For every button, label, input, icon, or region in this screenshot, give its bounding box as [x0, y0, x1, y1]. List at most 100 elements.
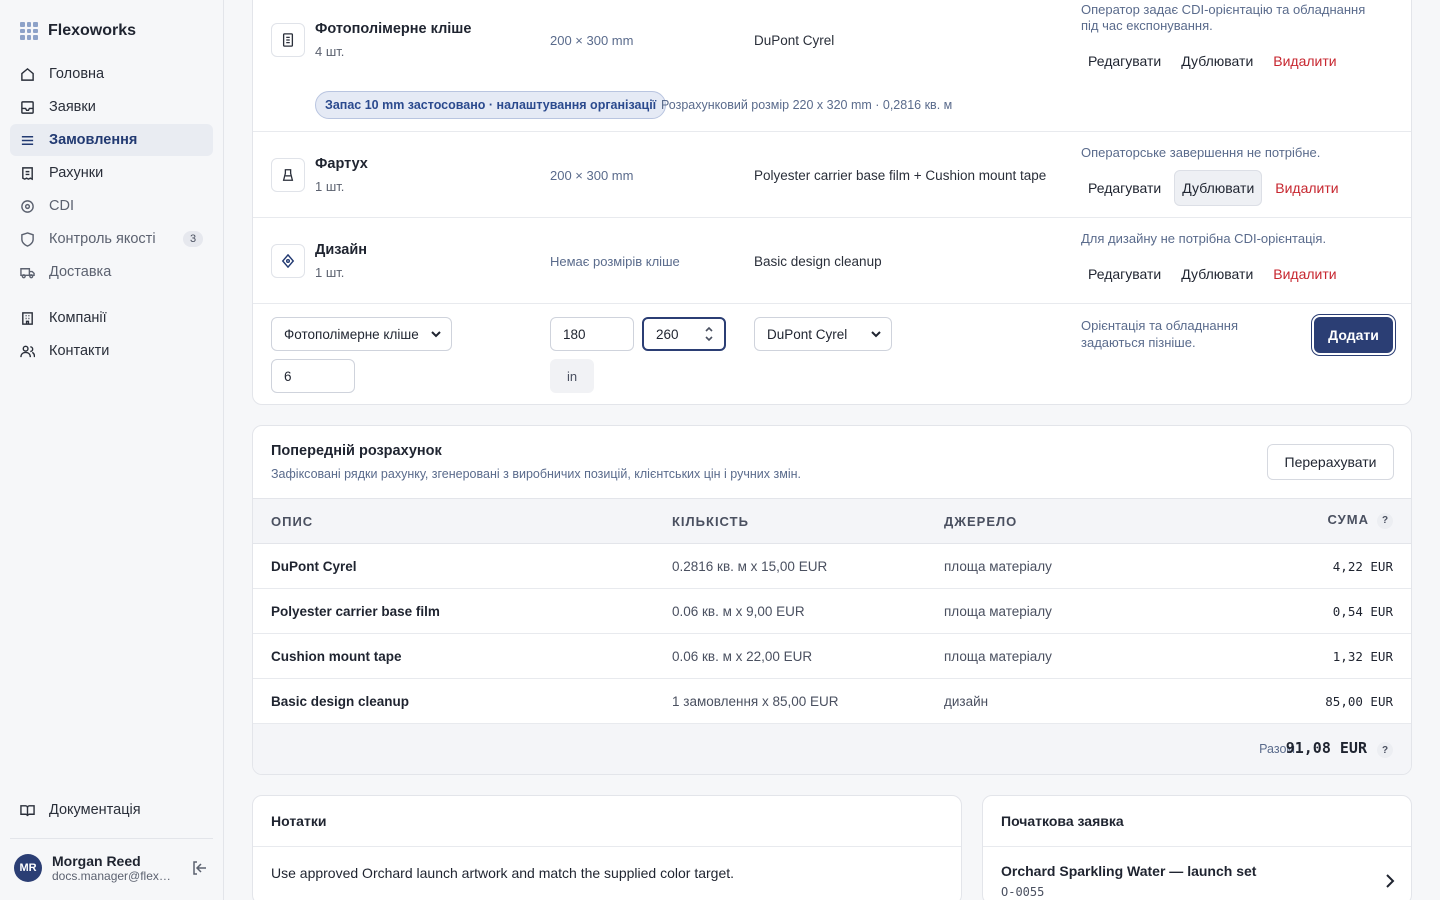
row-quantity: 1 замовлення x 85,00 EUR	[672, 694, 839, 709]
shield-icon	[21, 231, 34, 247]
nav-item-label: Головна	[49, 66, 105, 82]
item-size: Немає розмірів кліше	[550, 254, 680, 269]
orientation-note: Орієнтація та обладнання задаються пізні…	[1081, 318, 1239, 350]
table-row: Cushion mount tape 0.06 кв. м x 22,00 EU…	[253, 634, 1411, 679]
nav-item-cdi[interactable]: CDI	[10, 190, 213, 222]
user-info: Morgan Reed docs.manager@flexoworks.exam…	[52, 853, 176, 883]
sidebar-divider	[10, 838, 213, 839]
item-title: Фотополімерне кліше	[315, 21, 472, 37]
order-item-row: Фартух 1 шт. 200 × 300 mm Polyester carr…	[253, 132, 1411, 218]
logout-icon[interactable]	[191, 860, 207, 876]
notes-card: Нотатки Use approved Orchard launch artw…	[252, 795, 962, 900]
row-source: площа матеріалу	[944, 649, 1052, 664]
help-icon[interactable]: ?	[1377, 742, 1393, 758]
edit-button[interactable]: Редагувати	[1081, 170, 1168, 206]
nav-item-home[interactable]: Головна	[10, 58, 213, 90]
table-row: Basic design cleanup 1 замовлення x 85,0…	[253, 679, 1411, 724]
user-email: docs.manager@flexoworks.example	[52, 869, 176, 883]
nav-item-label: CDI	[49, 198, 74, 214]
duplicate-button[interactable]: Дублювати	[1174, 256, 1260, 292]
material-select[interactable]: DuPont Cyrel	[754, 317, 892, 351]
nav-item-orders[interactable]: Замовлення	[10, 124, 213, 156]
nav-item-requests[interactable]: Заявки	[10, 91, 213, 123]
height-input[interactable]: 260	[642, 317, 726, 351]
row-source: дизайн	[944, 694, 989, 709]
divider	[253, 846, 961, 847]
item-note: Для дизайну не потрібна CDI-орієнтація.	[1081, 231, 1327, 246]
calculated-size-note: Розрахунковий розмір 220 x 320 mm · 0,28…	[661, 98, 953, 112]
nav-item-companies[interactable]: Компанії	[10, 302, 213, 334]
item-actions: Редагувати Дублювати Видалити	[1081, 170, 1346, 206]
item-actions: Редагувати Дублювати Видалити	[1081, 256, 1344, 292]
main-nav: Головна Заявки Замовлення Рахунки CDI Ко…	[10, 58, 213, 289]
order-items-card: Фотополімерне кліше 4 шт. 200 × 300 mm D…	[252, 0, 1412, 405]
brand[interactable]: Flexoworks	[20, 22, 136, 40]
unit-toggle-button[interactable]: in	[550, 359, 594, 393]
row-description: Cushion mount tape	[271, 649, 402, 664]
book-icon	[20, 804, 35, 816]
column-header-sum-label: СУМА	[1327, 512, 1369, 527]
nav-item-delivery[interactable]: Доставка	[10, 256, 213, 288]
nav-item-docs[interactable]: Документація	[10, 794, 213, 826]
nav-item-invoices[interactable]: Рахунки	[10, 157, 213, 189]
row-sum: 4,22 EUR	[1332, 559, 1393, 574]
nav-item-label: Документація	[49, 802, 141, 818]
delete-button[interactable]: Видалити	[1266, 256, 1343, 292]
duplicate-button[interactable]: Дублювати	[1174, 170, 1263, 206]
width-input-value: 180	[563, 326, 586, 342]
avatar: MR	[14, 854, 42, 882]
width-input[interactable]: 180	[550, 317, 634, 351]
brand-name: Flexoworks	[48, 22, 137, 39]
nav-item-label: Рахунки	[49, 165, 104, 181]
spinner-icon[interactable]	[704, 325, 714, 343]
recalculate-button[interactable]: Перерахувати	[1267, 444, 1394, 480]
quantity-input-value: 6	[284, 368, 292, 384]
user-name: Morgan Reed	[52, 853, 141, 869]
item-material: Polyester carrier base film + Cushion mo…	[754, 168, 1047, 183]
item-type-select[interactable]: Фотополімерне кліше	[271, 317, 452, 351]
edit-button[interactable]: Редагувати	[1081, 256, 1168, 292]
item-note: Оператор задає CDI-орієнтацію та обладна…	[1081, 2, 1366, 33]
item-title: Фартух	[315, 156, 368, 172]
chevron-right-icon	[1386, 874, 1395, 888]
item-type-select-value: Фотополімерне кліше	[284, 326, 419, 342]
nav-item-label: Доставка	[49, 264, 112, 280]
estimate-card: Попередній розрахунок Зафіксовані рядки …	[252, 425, 1412, 775]
delete-button[interactable]: Видалити	[1268, 170, 1345, 206]
delete-button[interactable]: Видалити	[1266, 43, 1343, 79]
add-item-button[interactable]: Додати	[1314, 317, 1393, 353]
quantity-input[interactable]: 6	[271, 359, 355, 393]
document-icon	[282, 33, 294, 47]
building-icon	[22, 311, 33, 325]
item-note: Операторське завершення не потрібне.	[1081, 145, 1321, 160]
edit-button[interactable]: Редагувати	[1081, 43, 1168, 79]
nav-item-label: Замовлення	[49, 132, 138, 148]
total-value: 91,08 EUR	[1285, 739, 1367, 757]
row-description: DuPont Cyrel	[271, 559, 357, 574]
nav-item-label: Контроль якості	[49, 231, 156, 247]
inbox-icon	[21, 100, 34, 114]
row-source: площа матеріалу	[944, 604, 1052, 619]
column-header-quantity: КІЛЬКІСТЬ	[672, 514, 749, 529]
nav-item-quality[interactable]: Контроль якості 3	[10, 223, 213, 255]
user-profile[interactable]: MR Morgan Reed docs.manager@flexoworks.e…	[14, 852, 213, 884]
margin-applied-badge: Запас 10 mm застосовано · налаштування о…	[315, 91, 667, 119]
table-row: Polyester carrier base film 0.06 кв. м x…	[253, 589, 1411, 634]
nav-item-contacts[interactable]: Контакти	[10, 335, 213, 367]
nav-item-label: Заявки	[49, 99, 96, 115]
help-icon[interactable]: ?	[1377, 512, 1393, 529]
row-description: Polyester carrier base film	[271, 604, 440, 619]
pen-tool-icon	[281, 254, 295, 268]
duplicate-button[interactable]: Дублювати	[1174, 43, 1260, 79]
order-item-row: Фотополімерне кліше 4 шт. 200 × 300 mm D…	[253, 0, 1411, 132]
notes-text: Use approved Orchard launch artwork and …	[271, 865, 735, 881]
item-actions: Редагувати Дублювати Видалити	[1081, 43, 1344, 79]
users-icon	[20, 345, 35, 357]
receipt-icon	[22, 166, 33, 180]
item-material: Basic design cleanup	[754, 254, 882, 269]
divider	[983, 846, 1411, 847]
item-quantity: 1 шт.	[315, 179, 345, 194]
row-source: площа матеріалу	[944, 559, 1052, 574]
table-header: ОПИС КІЛЬКІСТЬ ДЖЕРЕЛО СУМА?	[253, 498, 1411, 544]
item-size: 200 × 300 mm	[550, 168, 634, 183]
